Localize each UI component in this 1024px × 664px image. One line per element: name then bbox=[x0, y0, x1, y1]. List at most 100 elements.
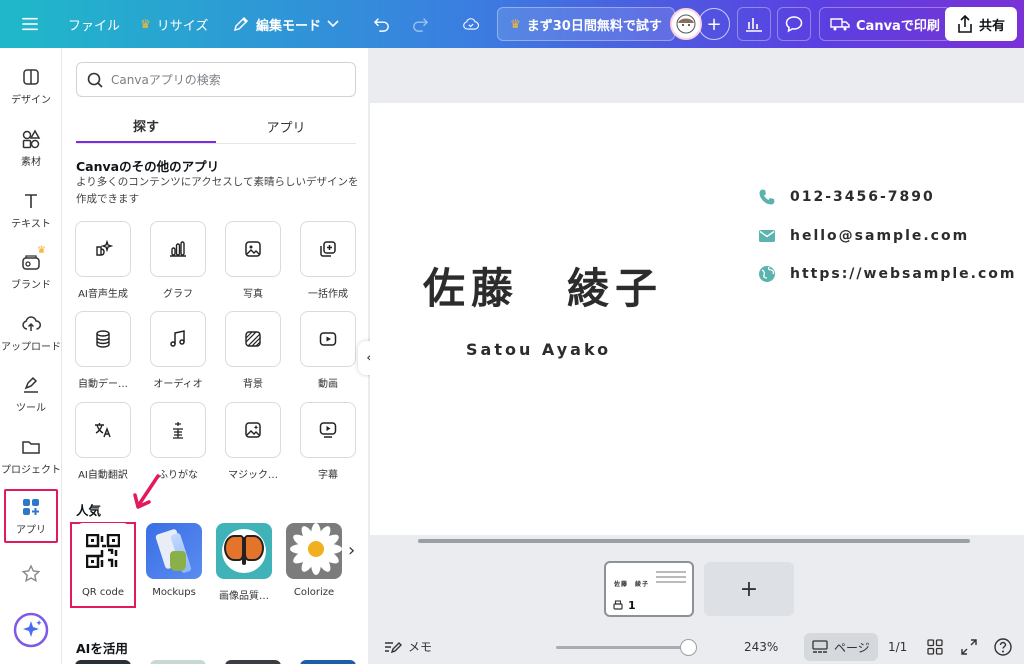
bottom-bar: メモ 243% ページ 1/1 bbox=[370, 629, 1024, 664]
layout-icon bbox=[23, 68, 39, 85]
zoom-slider-knob[interactable] bbox=[680, 639, 697, 656]
share-button[interactable]: 共有 bbox=[945, 7, 1018, 41]
music-note-icon bbox=[170, 330, 185, 347]
card-name[interactable]: 佐藤 綾子 bbox=[423, 255, 663, 316]
app-tile-ai-translate[interactable]: AI自動翻訳 bbox=[75, 402, 131, 481]
cloud-check-icon bbox=[463, 18, 479, 30]
sidebar-item-design[interactable]: デザイン bbox=[0, 58, 62, 114]
save-status-button[interactable] bbox=[455, 8, 487, 40]
page-count[interactable]: 1/1 bbox=[888, 640, 907, 654]
sidebar-item-elements[interactable]: 素材 bbox=[0, 120, 62, 176]
resize-button[interactable]: ♛ リサイズ bbox=[132, 8, 216, 40]
app-tile-ai-voice[interactable]: AI音声生成 bbox=[75, 221, 131, 300]
file-menu-button[interactable]: ファイル bbox=[60, 8, 128, 40]
insights-button[interactable] bbox=[737, 7, 771, 41]
star-icon bbox=[21, 564, 41, 583]
app-tile-qr-code[interactable]: QR code bbox=[72, 523, 134, 598]
card-romaji[interactable]: Satou Ayako bbox=[466, 340, 611, 359]
pencil-icon bbox=[233, 16, 249, 32]
ai-app-thumbnail[interactable] bbox=[225, 660, 281, 664]
sidebar-item-starred[interactable] bbox=[0, 554, 62, 594]
grid-view-button[interactable] bbox=[926, 638, 944, 656]
grid-icon bbox=[927, 639, 943, 655]
print-button[interactable]: Canvaで印刷 bbox=[819, 7, 951, 41]
red-arrow-annotation bbox=[133, 474, 160, 509]
plus-icon: + bbox=[706, 13, 722, 35]
tab-apps[interactable]: アプリ bbox=[216, 110, 356, 143]
furigana-icon bbox=[173, 422, 183, 439]
fullscreen-button[interactable] bbox=[960, 638, 978, 656]
globe-icon bbox=[759, 266, 775, 282]
business-card-design[interactable] bbox=[370, 103, 1024, 535]
popular-title: 人気 bbox=[76, 503, 102, 518]
zoom-slider[interactable] bbox=[556, 646, 690, 649]
menu-button[interactable] bbox=[14, 8, 46, 40]
sidebar-item-uploads[interactable]: アップロード bbox=[0, 305, 62, 361]
notes-button[interactable]: メモ bbox=[384, 638, 432, 655]
add-member-button[interactable]: + bbox=[698, 8, 730, 40]
app-tile-data-autofill[interactable]: 自動デー… bbox=[75, 311, 131, 390]
expand-icon bbox=[961, 639, 977, 655]
popular-next-button[interactable]: › bbox=[348, 540, 355, 561]
sidebar-item-apps[interactable]: アプリ bbox=[4, 489, 58, 543]
free-trial-button[interactable]: ♛ まず30日間無料で試す bbox=[497, 7, 675, 41]
comment-button[interactable] bbox=[777, 7, 811, 41]
top-bar: ファイル ♛ リサイズ 編集モード ♛ まず30日間無料で試す + Canvaで… bbox=[0, 0, 1024, 48]
app-tile-captions[interactable]: 字幕 bbox=[300, 402, 356, 481]
mockups-thumbnail bbox=[146, 523, 202, 579]
ai-app-thumbnail[interactable] bbox=[300, 660, 356, 664]
card-email[interactable]: hello@sample.com bbox=[758, 227, 969, 245]
draw-pen-icon bbox=[24, 376, 38, 393]
app-tile-image-upscaler[interactable]: 画像品質… bbox=[213, 523, 275, 602]
app-tile-colorize[interactable]: Colorize bbox=[283, 523, 345, 598]
app-search-input[interactable]: Canvaアプリの検索 bbox=[76, 62, 356, 97]
user-face-icon bbox=[676, 14, 696, 34]
chevron-right-icon: › bbox=[348, 540, 356, 561]
help-button[interactable] bbox=[994, 638, 1012, 656]
help-icon bbox=[994, 638, 1012, 656]
sidebar-item-projects[interactable]: プロジェクト bbox=[0, 428, 62, 484]
page-view-button[interactable]: ページ bbox=[804, 633, 878, 661]
app-tile-background[interactable]: 背景 bbox=[225, 311, 281, 390]
share-upload-icon bbox=[958, 15, 972, 33]
magic-assistant-button[interactable] bbox=[0, 608, 62, 652]
sidebar-item-tools[interactable]: ツール bbox=[0, 366, 62, 422]
horizontal-scrollbar[interactable] bbox=[418, 539, 970, 543]
app-tile-chart[interactable]: グラフ bbox=[150, 221, 206, 300]
daisy-flower-icon bbox=[290, 523, 342, 575]
apps-grid-icon bbox=[23, 498, 39, 515]
add-page-button[interactable]: + bbox=[704, 562, 794, 616]
crown-icon: ♛ bbox=[37, 245, 46, 256]
ai-section-title: AIを活用 bbox=[76, 641, 128, 656]
app-tile-magic[interactable]: マジック… bbox=[225, 402, 281, 481]
magic-image-icon bbox=[245, 422, 261, 438]
undo-button[interactable] bbox=[366, 8, 398, 40]
zoom-level[interactable]: 243% bbox=[744, 640, 778, 654]
page-thumbnail[interactable]: 佐藤 綾子 1 bbox=[604, 561, 694, 617]
sidebar-item-brand[interactable]: ブランド ♛ bbox=[0, 243, 62, 299]
folder-icon bbox=[22, 440, 40, 454]
phone-icon bbox=[759, 189, 775, 205]
app-tile-furigana[interactable]: ふりがな bbox=[150, 402, 206, 481]
tab-discover[interactable]: 探す bbox=[76, 110, 216, 143]
other-apps-description: より多くのコンテンツにアクセスして素晴らしいデザインを作成できます bbox=[76, 176, 359, 205]
ai-app-thumbnail[interactable] bbox=[150, 660, 206, 664]
plus-icon: + bbox=[739, 576, 759, 602]
left-sidebar: デザイン 素材 テキスト ブランド ♛ アップロード ツール プロジェクト アプ… bbox=[0, 48, 62, 664]
app-tile-video[interactable]: 動画 bbox=[300, 311, 356, 390]
envelope-icon bbox=[759, 230, 775, 242]
app-tile-bulk-create[interactable]: 一括作成 bbox=[300, 221, 356, 300]
undo-icon bbox=[374, 18, 389, 32]
thumb-line bbox=[656, 581, 686, 583]
other-apps-title: Canvaのその他のアプリ bbox=[76, 159, 220, 174]
redo-button[interactable] bbox=[404, 8, 436, 40]
card-website[interactable]: https://websample.com bbox=[758, 265, 1017, 283]
app-tile-mockups[interactable]: Mockups bbox=[143, 523, 205, 598]
sidebar-item-text[interactable]: テキスト bbox=[0, 182, 62, 238]
card-phone[interactable]: 012-3456-7890 bbox=[758, 188, 935, 206]
edit-mode-button[interactable]: 編集モード bbox=[224, 8, 347, 40]
app-tile-audio[interactable]: オーディオ bbox=[150, 311, 206, 390]
app-tile-photos[interactable]: 写真 bbox=[225, 221, 281, 300]
printer-icon bbox=[613, 599, 623, 610]
ai-app-thumbnail[interactable] bbox=[75, 660, 131, 664]
